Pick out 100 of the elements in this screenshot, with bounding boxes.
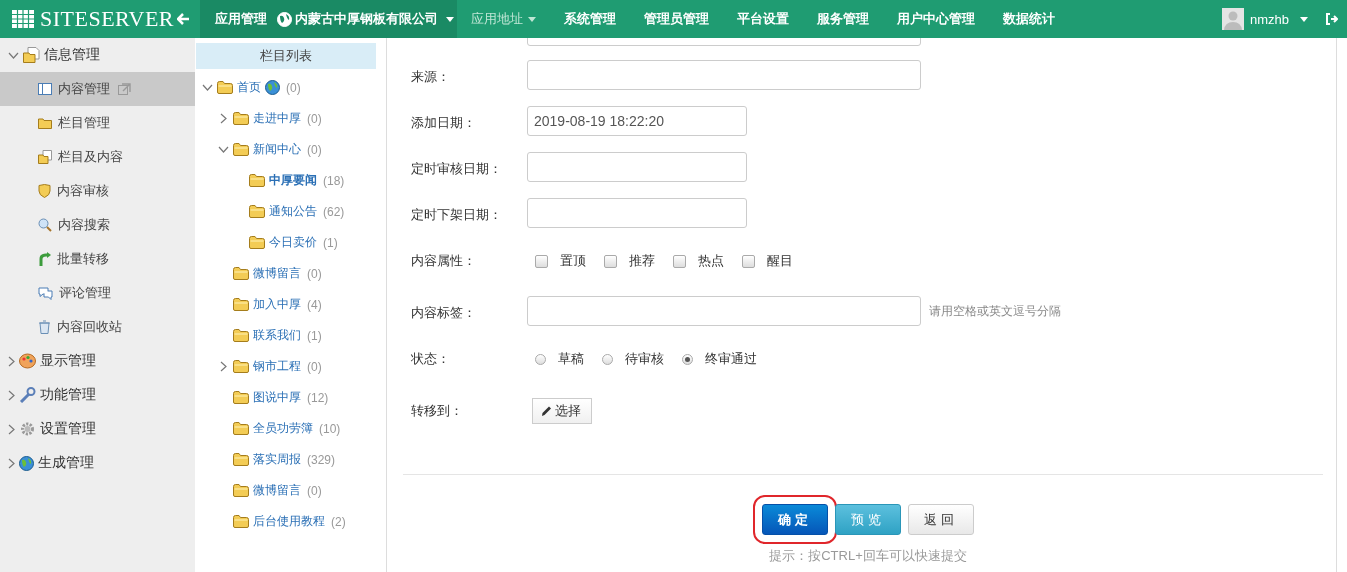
hint-text: 请用空格或英文逗号分隔 <box>929 304 1061 319</box>
checkbox-label: 热点 <box>698 252 724 270</box>
chevron-right-icon <box>8 355 15 367</box>
trash-icon <box>38 320 51 334</box>
field-label: 来源： <box>411 68 451 86</box>
shield-icon <box>38 184 51 198</box>
menu-group[interactable]: 功能管理 <box>0 378 195 412</box>
globe-icon <box>265 80 280 95</box>
folder-icon <box>233 298 249 311</box>
folder-document-icon <box>23 47 40 63</box>
menu-group[interactable]: 显示管理 <box>0 344 195 378</box>
checkbox[interactable] <box>742 254 755 268</box>
checkbox-label: 醒目 <box>767 252 793 270</box>
nav-menu-item[interactable]: 平台设置 <box>723 0 803 38</box>
item-count: (62) <box>323 204 345 219</box>
item-count: (0) <box>307 483 322 498</box>
tree-node-link[interactable]: 落实周报 <box>253 451 301 468</box>
chevron-right-icon <box>8 389 15 401</box>
tree-node-link[interactable]: 图说中厚 <box>253 389 301 406</box>
menu-group[interactable]: 信息管理 <box>0 38 195 72</box>
checkbox-label: 推荐 <box>629 252 655 270</box>
tree-node-link[interactable]: 通知公告 <box>269 203 317 220</box>
field-label: 添加日期： <box>411 114 477 132</box>
field-label: 转移到： <box>411 402 464 420</box>
checkbox[interactable] <box>673 254 686 268</box>
tree-node-link[interactable]: 中厚要闻 <box>269 172 317 189</box>
nav-menu-item[interactable]: 管理员管理 <box>630 0 723 38</box>
sidebar-item[interactable]: 评论管理 <box>0 276 195 310</box>
arrow-icon <box>38 252 51 266</box>
caret-icon <box>1300 16 1308 22</box>
tree-node-link[interactable]: 加入中厚 <box>253 296 301 313</box>
tree-node-link[interactable]: 走进中厚 <box>253 110 301 127</box>
field-label: 状态： <box>411 350 451 368</box>
pencil-icon <box>541 405 552 417</box>
item-count: (0) <box>307 359 322 374</box>
search-icon <box>38 218 52 232</box>
caret-icon <box>446 16 454 22</box>
menu-group[interactable]: 生成管理 <box>0 446 195 480</box>
folder-icon <box>217 81 233 94</box>
item-count: (0) <box>307 111 322 126</box>
sidebar-item[interactable]: 内容搜索 <box>0 208 195 242</box>
tree-node-link[interactable]: 今日卖价 <box>269 234 317 251</box>
form-button[interactable]: 返回 <box>908 504 974 535</box>
menu-group[interactable]: 设置管理 <box>0 412 195 446</box>
nav-menu-item[interactable]: 系统管理 <box>550 0 630 38</box>
radio-label: 草稿 <box>558 350 584 368</box>
folder-icon <box>233 329 249 342</box>
logo-text: SITESERVER <box>40 6 175 32</box>
field-label: 内容属性： <box>411 252 477 270</box>
globe-icon <box>277 11 292 27</box>
folder-icon <box>249 174 265 187</box>
tree-node-link[interactable]: 联系我们 <box>253 327 301 344</box>
radio-button[interactable] <box>602 353 613 365</box>
nav-menu-item[interactable]: 用户中心管理 <box>883 0 989 38</box>
folder-icon <box>233 143 249 156</box>
tree-node-link[interactable]: 钢市工程 <box>253 358 301 375</box>
checkbox[interactable] <box>535 254 548 268</box>
item-count: (18) <box>323 173 345 188</box>
sidebar-item[interactable]: 内容回收站 <box>0 310 195 344</box>
sidebar-item[interactable]: 内容管理 <box>0 72 195 106</box>
item-count: (0) <box>307 266 322 281</box>
user-menu[interactable]: nmzhb <box>1221 8 1308 30</box>
nav-menu-item[interactable]: 服务管理 <box>803 0 883 38</box>
tree-node-link[interactable]: 微博留言 <box>253 482 301 499</box>
item-count: (0) <box>286 80 301 95</box>
checkbox[interactable] <box>604 254 617 268</box>
tree-node-link[interactable]: 微博留言 <box>253 265 301 282</box>
item-count: (1) <box>307 328 322 343</box>
nav-menu-item[interactable]: 数据统计 <box>989 0 1069 38</box>
checkbox-label: 置顶 <box>560 252 586 270</box>
palette-icon <box>19 353 36 369</box>
tree-node-link[interactable]: 后台使用教程 <box>253 513 325 530</box>
folder-icon <box>233 391 249 404</box>
radio-button[interactable] <box>535 353 546 365</box>
radio-button[interactable] <box>682 353 693 365</box>
date-field[interactable] <box>527 152 747 182</box>
select-button[interactable]: 选择 <box>532 398 592 424</box>
text-field[interactable] <box>527 296 921 326</box>
sidebar-item[interactable]: 栏目管理 <box>0 106 195 140</box>
text-field[interactable] <box>527 60 921 90</box>
hint-text: 提示：按CTRL+回车可以快速提交 <box>768 547 968 565</box>
breadcrumb-link[interactable]: 应用管理 <box>215 10 267 28</box>
folder-document-icon <box>38 150 52 164</box>
folder-icon <box>249 236 265 249</box>
sidebar-item[interactable]: 内容审核 <box>0 174 195 208</box>
site-dropdown[interactable]: 内蒙古中厚钢板有限公司 <box>277 10 454 28</box>
date-field[interactable]: 2019-08-19 18:22:20 <box>527 106 747 136</box>
tree-node-link[interactable]: 新闻中心 <box>253 141 301 158</box>
globe-icon <box>19 455 34 471</box>
speech-bubble-icon <box>38 286 53 300</box>
field-label: 内容标签： <box>411 304 477 322</box>
sidebar-item[interactable]: 批量转移 <box>0 242 195 276</box>
chevron-right-icon <box>8 457 15 469</box>
tree-node-link[interactable]: 全员功劳簿 <box>253 420 313 437</box>
tree-node-link[interactable]: 首页 <box>237 79 261 96</box>
folder-icon <box>249 205 265 218</box>
date-field[interactable] <box>527 198 747 228</box>
folder-icon <box>233 360 249 373</box>
sidebar-item[interactable]: 栏目及内容 <box>0 140 195 174</box>
folder-icon <box>38 117 52 129</box>
